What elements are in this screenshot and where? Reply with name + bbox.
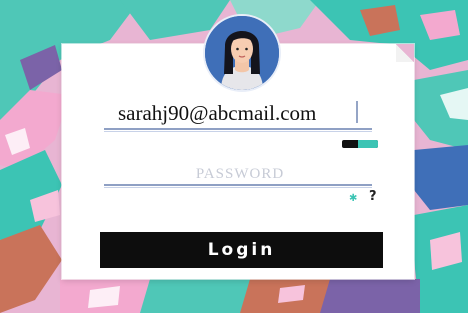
user-avatar	[203, 14, 281, 92]
email-underline	[104, 128, 372, 130]
toggle-knob	[358, 140, 378, 148]
password-underline-shadow	[104, 187, 372, 188]
show-password-icon[interactable]: ✱	[349, 193, 357, 205]
avatar-illustration-icon	[205, 16, 279, 90]
help-button[interactable]: ?	[369, 190, 377, 204]
text-cursor	[356, 101, 358, 123]
remember-toggle[interactable]	[342, 140, 378, 148]
email-field[interactable]: sarahj90@abcmail.com	[118, 98, 370, 128]
email-underline-shadow	[104, 131, 372, 132]
login-button[interactable]: Login	[100, 232, 383, 268]
login-screen: sarahj90@abcmail.com ✱ ? Login	[0, 0, 468, 313]
card-corner-fold	[396, 44, 414, 62]
password-underline	[104, 184, 372, 186]
